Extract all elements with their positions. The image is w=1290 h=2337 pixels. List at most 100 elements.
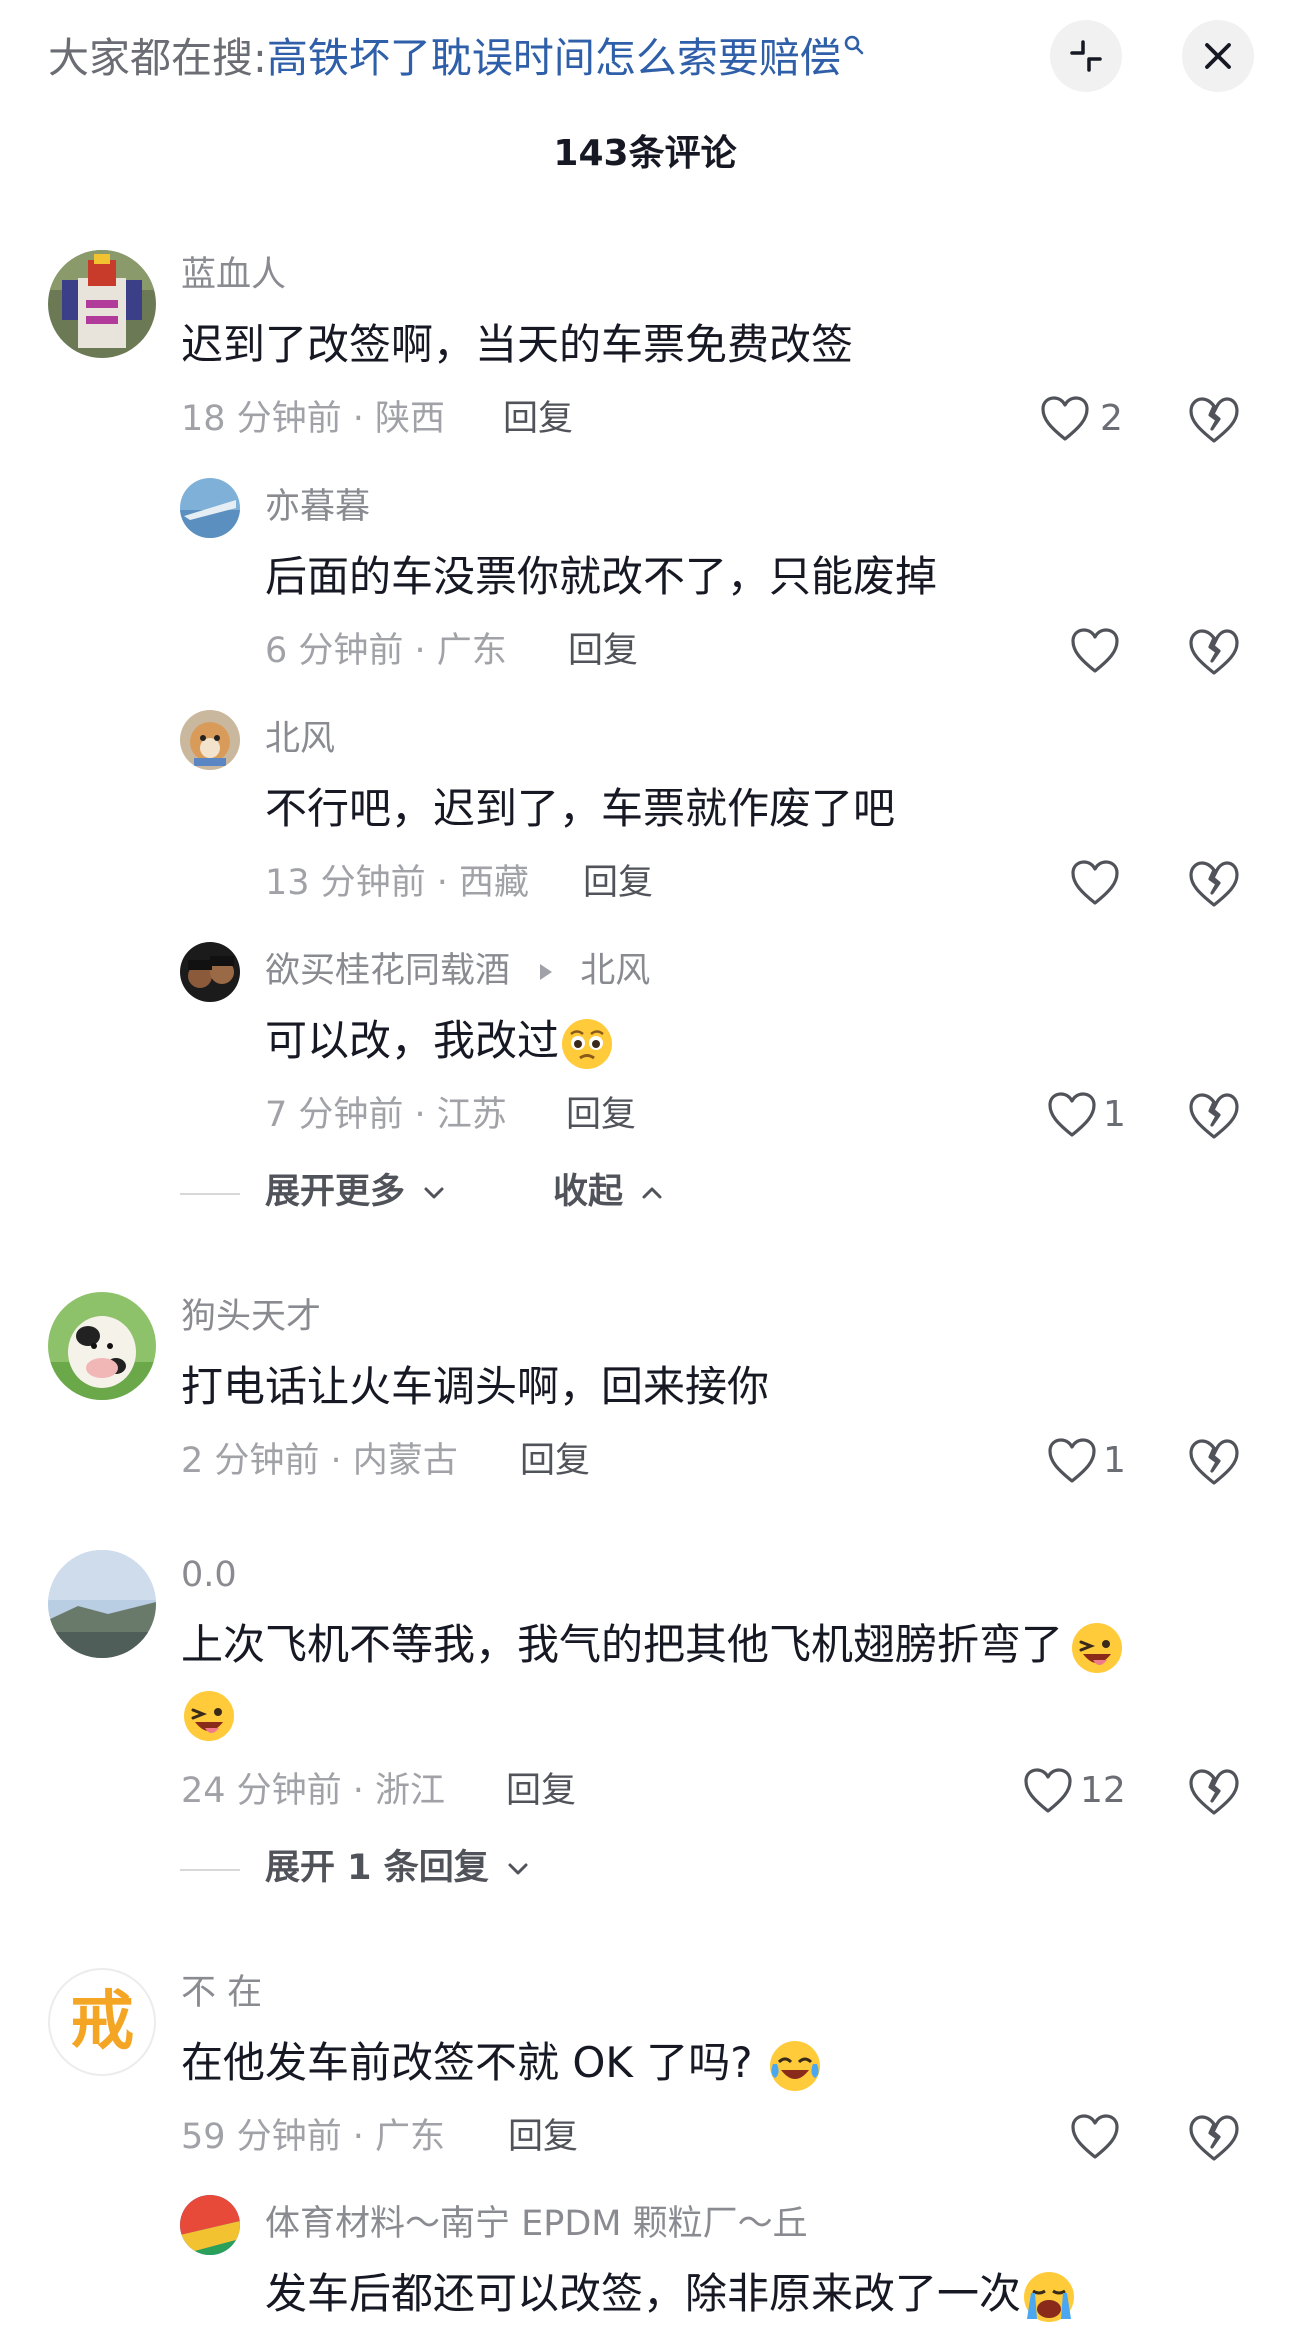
comment-text-body: 上次飞机不等我，我气的把其他飞机翅膀折弯了 bbox=[181, 1620, 1064, 1669]
comment-username[interactable]: 体育材料～南宁 EPDM 颗粒厂～丘 bbox=[265, 2199, 808, 2249]
heart-icon bbox=[1023, 1767, 1073, 1815]
dislike-button[interactable] bbox=[1186, 623, 1242, 679]
reply-author[interactable]: 欲买桂花同载酒 bbox=[265, 951, 510, 991]
comment-meta: 24 分钟前 · 浙江 bbox=[181, 1771, 446, 1811]
comment-text: 在他发车前改签不就 OK 了吗? bbox=[181, 2028, 823, 2098]
like-count: 2 bbox=[1100, 398, 1123, 439]
expand-replies-button[interactable]: 展开 1 条回复 bbox=[265, 1840, 531, 1896]
reply-button[interactable]: 回复 bbox=[503, 394, 573, 444]
like-button[interactable] bbox=[1070, 623, 1120, 679]
like-count: 1 bbox=[1103, 1440, 1126, 1481]
comment-username[interactable]: 蓝血人 bbox=[181, 250, 286, 300]
heart-icon bbox=[1070, 627, 1120, 675]
dislike-button[interactable] bbox=[1186, 1087, 1242, 1143]
comment-meta: 13 分钟前 · 西藏 bbox=[265, 863, 530, 903]
avatar[interactable] bbox=[48, 250, 156, 358]
search-suggestion[interactable]: 大家都在搜:高铁坏了耽误时间怎么索要赔偿 bbox=[48, 28, 865, 88]
comment-username[interactable]: 不 在 bbox=[181, 1968, 262, 2018]
reply-button[interactable]: 回复 bbox=[508, 2112, 578, 2162]
reply-button[interactable]: 回复 bbox=[566, 1090, 636, 1140]
dislike-button[interactable] bbox=[1186, 2109, 1242, 2165]
broken-heart-icon bbox=[1186, 1087, 1242, 1143]
avatar[interactable]: 戒 bbox=[48, 1968, 156, 2076]
like-button[interactable]: 2 bbox=[1040, 391, 1130, 447]
expand-divider bbox=[180, 1869, 240, 1871]
comment-text: 可以改，我改过 bbox=[265, 1006, 615, 1076]
like-button[interactable] bbox=[1070, 2109, 1120, 2165]
top-bar: 大家都在搜:高铁坏了耽误时间怎么索要赔偿 bbox=[0, 0, 1290, 110]
comment-username[interactable]: 亦暮暮 bbox=[265, 482, 370, 532]
reply-to-arrow-icon bbox=[537, 961, 555, 983]
like-button[interactable]: 1 bbox=[1047, 1087, 1137, 1143]
broken-heart-icon bbox=[1186, 391, 1242, 447]
avatar-text: 戒 bbox=[70, 1985, 134, 2059]
heart-icon bbox=[1047, 1437, 1097, 1485]
broken-heart-icon bbox=[1186, 855, 1242, 911]
laughing-emoji-icon bbox=[181, 1688, 237, 1744]
comment-username[interactable]: 欲买桂花同载酒 北风 bbox=[265, 946, 650, 996]
comment-meta: 18 分钟前 · 陕西 bbox=[181, 399, 446, 439]
reply-button[interactable]: 回复 bbox=[583, 858, 653, 908]
like-button[interactable]: 12 bbox=[1023, 1763, 1143, 1819]
comment-text-body: 在他发车前改签不就 OK 了吗? bbox=[181, 2038, 753, 2087]
broken-heart-icon bbox=[1186, 1433, 1242, 1489]
like-count: 1 bbox=[1103, 1094, 1126, 1135]
dislike-button[interactable] bbox=[1186, 1433, 1242, 1489]
close-button[interactable] bbox=[1182, 20, 1254, 92]
comments-count: 143条评论 bbox=[553, 133, 737, 174]
dislike-button[interactable] bbox=[1186, 855, 1242, 911]
comment-text: 上次飞机不等我，我气的把其他飞机翅膀折弯了 bbox=[181, 1610, 1125, 1680]
like-count: 12 bbox=[1080, 1770, 1126, 1811]
comment-username[interactable]: 北风 bbox=[265, 714, 335, 764]
broken-heart-icon bbox=[1186, 623, 1242, 679]
search-icon bbox=[843, 34, 865, 56]
heart-icon bbox=[1070, 2113, 1120, 2161]
minimize-button[interactable] bbox=[1050, 20, 1122, 92]
collapse-button[interactable]: 收起 bbox=[553, 1164, 665, 1220]
broken-heart-icon bbox=[1186, 1763, 1242, 1819]
comment-text: 不行吧，迟到了，车票就作废了吧 bbox=[265, 784, 896, 833]
comment-meta: 2 分钟前 · 内蒙古 bbox=[181, 1441, 458, 1481]
avatar[interactable] bbox=[180, 2195, 240, 2255]
expand-divider bbox=[180, 1193, 240, 1195]
like-button[interactable]: 1 bbox=[1047, 1433, 1137, 1489]
comment-meta: 6 分钟前 · 广东 bbox=[265, 631, 507, 671]
comment-username[interactable]: 0.0 bbox=[181, 1550, 237, 1600]
avatar[interactable] bbox=[180, 942, 240, 1002]
like-button[interactable] bbox=[1070, 855, 1120, 911]
search-suggestion-query[interactable]: 高铁坏了耽误时间怎么索要赔偿 bbox=[267, 34, 841, 82]
crying-emoji-icon bbox=[1021, 2269, 1077, 2325]
reply-button[interactable]: 回复 bbox=[506, 1766, 576, 1816]
crying-laughing-emoji-icon bbox=[767, 2038, 823, 2094]
heart-icon bbox=[1040, 395, 1090, 443]
comment-text: 迟到了改签啊，当天的车票免费改签 bbox=[181, 320, 854, 369]
chevron-up-icon bbox=[639, 1180, 665, 1206]
comment-meta: 59 分钟前 · 广东 bbox=[181, 2117, 446, 2157]
comment-text-body: 发车后都还可以改签，除非原来改了一次 bbox=[265, 2269, 1022, 2318]
reply-button[interactable]: 回复 bbox=[568, 626, 638, 676]
comment-username[interactable]: 狗头天才 bbox=[181, 1292, 321, 1342]
minimize-icon bbox=[1050, 20, 1122, 92]
avatar[interactable] bbox=[180, 478, 240, 538]
close-icon bbox=[1182, 20, 1254, 92]
expand-more-button[interactable]: 展开更多 bbox=[265, 1164, 447, 1220]
avatar[interactable] bbox=[180, 710, 240, 770]
comment-text: 发车后都还可以改签，除非原来改了一次 bbox=[265, 2259, 1077, 2329]
search-suggestion-prefix: 大家都在搜: bbox=[48, 34, 267, 82]
avatar[interactable] bbox=[48, 1292, 156, 1400]
comment-text-body: 可以改，我改过 bbox=[265, 1016, 560, 1065]
broken-heart-icon bbox=[1186, 2109, 1242, 2165]
heart-icon bbox=[1070, 859, 1120, 907]
reply-button[interactable]: 回复 bbox=[520, 1436, 590, 1486]
dislike-button[interactable] bbox=[1186, 1763, 1242, 1819]
comment-text: 后面的车没票你就改不了，只能废掉 bbox=[265, 552, 938, 601]
chevron-down-icon bbox=[505, 1856, 531, 1882]
heart-icon bbox=[1047, 1091, 1097, 1139]
chevron-down-icon bbox=[421, 1180, 447, 1206]
avatar[interactable] bbox=[48, 1550, 156, 1658]
laughing-emoji-icon bbox=[1069, 1620, 1125, 1676]
comment-text: 打电话让火车调头啊，回来接你 bbox=[181, 1362, 770, 1411]
reply-target[interactable]: 北风 bbox=[580, 951, 650, 991]
comment-meta: 7 分钟前 · 江苏 bbox=[265, 1095, 507, 1135]
dislike-button[interactable] bbox=[1186, 391, 1242, 447]
